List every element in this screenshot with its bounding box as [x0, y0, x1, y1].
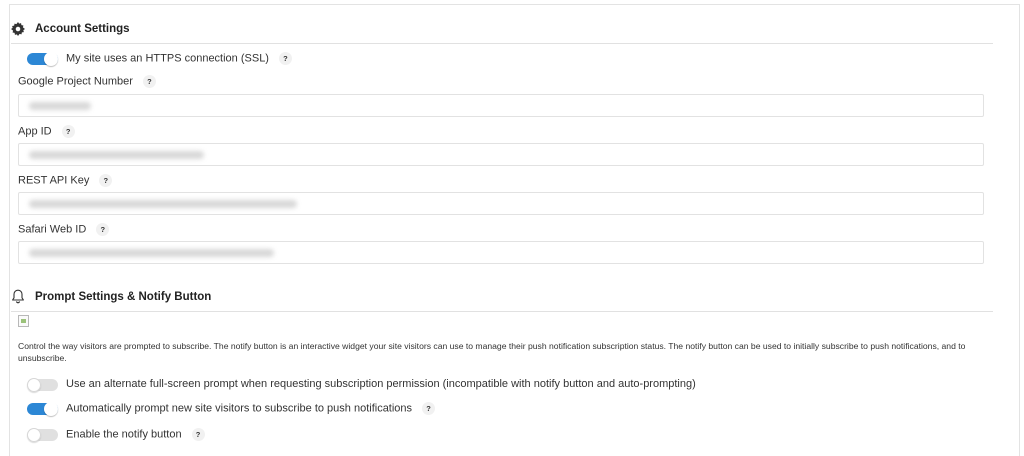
toggle-knob [44, 402, 58, 416]
safari-web-id-field[interactable] [18, 241, 984, 264]
toggle-knob [27, 428, 41, 442]
prompt-settings-header: Prompt Settings & Notify Button [11, 282, 993, 312]
fullscreen-prompt-toggle[interactable] [27, 378, 58, 392]
notify-button-label: Enable the notify button [66, 428, 182, 441]
toggle-knob [27, 378, 41, 392]
https-toggle-row: My site uses an HTTPS connection (SSL)? [66, 52, 292, 65]
bell-icon [11, 289, 25, 304]
redacted-value [29, 200, 297, 208]
broken-image-icon [18, 315, 29, 327]
notify-button-toggle[interactable] [27, 428, 58, 442]
fullscreen-prompt-row: Use an alternate full-screen prompt when… [66, 378, 696, 390]
help-icon[interactable]: ? [61, 125, 75, 138]
redacted-value [29, 151, 204, 159]
https-toggle[interactable] [27, 52, 58, 66]
safari-web-id-label: Safari Web ID [18, 223, 87, 236]
rest-api-key-label-row: REST API Key? [18, 174, 113, 187]
https-toggle-label: My site uses an HTTPS connection (SSL) [66, 52, 269, 65]
google-project-number-label: Google Project Number [18, 75, 133, 88]
auto-prompt-toggle[interactable] [27, 402, 58, 416]
account-settings-header: Account Settings [11, 14, 993, 44]
auto-prompt-row: Automatically prompt new site visitors t… [66, 402, 436, 415]
rest-api-key-field[interactable] [18, 192, 984, 215]
safari-web-id-label-row: Safari Web ID? [18, 223, 110, 236]
help-icon[interactable]: ? [278, 52, 292, 65]
help-icon[interactable]: ? [422, 402, 436, 415]
google-project-number-field[interactable] [18, 94, 984, 117]
auto-prompt-label: Automatically prompt new site visitors t… [66, 402, 413, 415]
help-icon[interactable]: ? [142, 75, 156, 88]
notify-button-row: Enable the notify button? [66, 428, 205, 441]
rest-api-key-label: REST API Key [18, 174, 90, 187]
account-settings-title: Account Settings [35, 22, 130, 35]
redacted-value [29, 102, 91, 110]
google-project-number-label-row: Google Project Number? [18, 75, 156, 88]
gear-icon [11, 21, 25, 36]
help-icon[interactable]: ? [96, 223, 110, 236]
app-id-label-row: App ID? [18, 125, 75, 138]
fullscreen-prompt-label: Use an alternate full-screen prompt when… [66, 378, 696, 390]
redacted-value [29, 249, 274, 257]
help-icon[interactable]: ? [191, 428, 205, 441]
toggle-knob [44, 52, 58, 66]
app-id-field[interactable] [18, 143, 984, 166]
help-icon[interactable]: ? [99, 174, 113, 187]
app-id-label: App ID [18, 125, 52, 138]
prompt-description: Control the way visitors are prompted to… [18, 341, 966, 363]
prompt-settings-title: Prompt Settings & Notify Button [35, 290, 212, 303]
